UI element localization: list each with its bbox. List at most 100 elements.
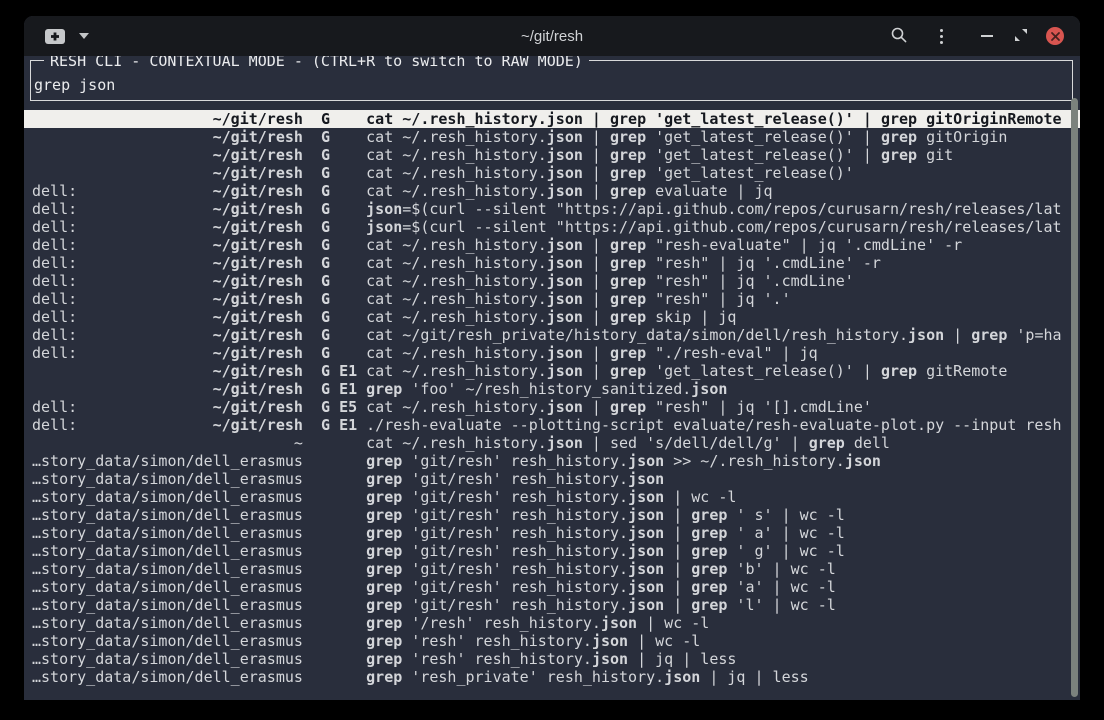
command-segment: grep xyxy=(610,308,646,326)
history-row[interactable]: dell: ~/git/resh G cat ~/.resh_history.j… xyxy=(24,344,1080,362)
minimize-button[interactable] xyxy=(977,16,997,56)
terminal-window: ~/git/resh xyxy=(24,16,1080,700)
history-row[interactable]: ~/git/resh G cat ~/.resh_history.json | … xyxy=(24,146,1080,164)
history-row[interactable]: …story_data/simon/dell_erasmus grep 'git… xyxy=(24,452,1080,470)
history-row[interactable]: …story_data/simon/dell_erasmus grep 'git… xyxy=(24,524,1080,542)
host-cell: dell: xyxy=(32,344,77,362)
command-segment: | xyxy=(583,290,610,308)
command-segment: grep xyxy=(610,254,646,272)
flag-cell: G xyxy=(321,380,330,398)
history-row[interactable]: dell: ~/git/resh G cat ~/.resh_history.j… xyxy=(24,182,1080,200)
history-row[interactable]: …story_data/simon/dell_erasmus grep 'git… xyxy=(24,596,1080,614)
command-segment: json xyxy=(592,650,628,668)
history-row[interactable]: …story_data/simon/dell_erasmus grep 'git… xyxy=(24,470,1080,488)
host-cell: dell: xyxy=(32,290,77,308)
history-row[interactable]: ~/git/resh G E1 grep 'foo' ~/resh_histor… xyxy=(24,380,1080,398)
command-segment: grep xyxy=(691,506,727,524)
history-row-selected[interactable]: ~/git/resh G cat ~/.resh_history.json | … xyxy=(24,110,1080,128)
history-row[interactable]: …story_data/simon/dell_erasmus grep '/re… xyxy=(24,614,1080,632)
history-row[interactable]: dell: ~/git/resh G json=$(curl --silent … xyxy=(24,200,1080,218)
history-row[interactable]: …story_data/simon/dell_erasmus grep 'git… xyxy=(24,488,1080,506)
command-segment: grep xyxy=(366,470,402,488)
command-segment: json xyxy=(845,452,881,470)
command-segment: grep xyxy=(610,236,646,254)
chevron-down-icon xyxy=(79,33,89,39)
restore-button[interactable] xyxy=(1011,16,1031,56)
flag-cell: G xyxy=(321,182,330,200)
command-segment: grep xyxy=(881,110,917,128)
command-segment: 'get_latest_release()' | xyxy=(646,128,881,146)
menu-button[interactable] xyxy=(931,16,951,56)
history-row[interactable]: …story_data/simon/dell_erasmus grep 'res… xyxy=(24,668,1080,686)
history-row[interactable]: dell: ~/git/resh G cat ~/git/resh_privat… xyxy=(24,326,1080,344)
command-segment: grep xyxy=(610,164,646,182)
history-row[interactable]: …story_data/simon/dell_erasmus grep 'git… xyxy=(24,578,1080,596)
history-row[interactable]: dell: ~/git/resh G E1 ./resh-evaluate --… xyxy=(24,416,1080,434)
history-row[interactable]: dell: ~/git/resh G cat ~/.resh_history.j… xyxy=(24,272,1080,290)
new-tab-button[interactable] xyxy=(44,28,89,45)
command-segment: grep xyxy=(366,506,402,524)
command-segment: json xyxy=(628,524,664,542)
history-row[interactable]: ~/git/resh G cat ~/.resh_history.json | … xyxy=(24,128,1080,146)
dir-cell: …story_data/simon/dell_erasmus xyxy=(32,668,303,686)
flag-cell: G xyxy=(321,254,330,272)
new-tab-icon xyxy=(44,28,66,45)
command-segment: grep xyxy=(366,668,402,686)
history-row[interactable]: ~/git/resh G cat ~/.resh_history.json | … xyxy=(24,164,1080,182)
command-segment: 'resh' resh_history. xyxy=(402,650,592,668)
scrollbar[interactable] xyxy=(1071,98,1078,697)
command-segment: 'git/resh' resh_history. xyxy=(402,596,628,614)
dir-cell: ~/git/resh xyxy=(213,398,303,416)
history-row[interactable]: …story_data/simon/dell_erasmus grep 'git… xyxy=(24,542,1080,560)
command-segment: cat ~/.resh_history. xyxy=(366,164,547,182)
history-row[interactable]: dell: ~/git/resh G json=$(curl --silent … xyxy=(24,218,1080,236)
command-segment: json xyxy=(547,236,583,254)
dir-cell: ~/git/resh xyxy=(213,164,303,182)
history-row[interactable]: ~/git/resh G E1 cat ~/.resh_history.json… xyxy=(24,362,1080,380)
flag-cell: G xyxy=(321,236,330,254)
history-row[interactable]: dell: ~/git/resh G cat ~/.resh_history.j… xyxy=(24,308,1080,326)
close-button[interactable] xyxy=(1045,16,1065,56)
command-segment: | xyxy=(664,596,691,614)
command-segment: ' g' | wc -l xyxy=(727,542,844,560)
command-segment: cat ~/.resh_history. xyxy=(366,290,547,308)
history-row[interactable]: …story_data/simon/dell_erasmus grep 'git… xyxy=(24,560,1080,578)
command-segment: 'get_latest_release()' | xyxy=(646,362,881,380)
dir-cell: …story_data/simon/dell_erasmus xyxy=(32,470,303,488)
command-segment: cat ~/.resh_history. xyxy=(366,272,547,290)
history-row[interactable]: dell: ~/git/resh G cat ~/.resh_history.j… xyxy=(24,254,1080,272)
command-segment: 'l' | wc -l xyxy=(727,596,835,614)
command-segment: 'git/resh' resh_history. xyxy=(402,578,628,596)
command-segment: grep xyxy=(610,398,646,416)
command-segment: 'get_latest_release()' | xyxy=(646,110,881,128)
host-cell: dell: xyxy=(32,308,77,326)
command-segment: cat ~/git/resh_private/history_data/simo… xyxy=(366,326,908,344)
search-query-input[interactable]: grep json xyxy=(34,76,115,94)
command-segment: grep xyxy=(691,542,727,560)
history-row[interactable]: ~ cat ~/.resh_history.json | sed 's/dell… xyxy=(24,434,1080,452)
command-segment: json xyxy=(547,272,583,290)
history-row[interactable]: dell: ~/git/resh G E5 cat ~/.resh_histor… xyxy=(24,398,1080,416)
search-button[interactable] xyxy=(889,16,909,56)
command-segment: grep xyxy=(366,650,402,668)
dir-cell: …story_data/simon/dell_erasmus xyxy=(32,452,303,470)
desktop-background: ~/git/resh xyxy=(0,0,1104,720)
command-segment: | xyxy=(583,236,610,254)
command-segment: 'p=ha xyxy=(1007,326,1061,344)
host-cell: dell: xyxy=(32,272,77,290)
history-row[interactable]: …story_data/simon/dell_erasmus grep 'git… xyxy=(24,506,1080,524)
host-cell: dell: xyxy=(32,218,77,236)
command-segment: | xyxy=(583,182,610,200)
command-segment: cat ~/.resh_history. xyxy=(366,344,547,362)
command-segment: grep xyxy=(366,632,402,650)
command-segment: | xyxy=(583,128,610,146)
command-segment: json xyxy=(628,452,664,470)
host-cell: dell: xyxy=(32,254,77,272)
history-row[interactable]: …story_data/simon/dell_erasmus grep 'res… xyxy=(24,632,1080,650)
command-segment: json xyxy=(366,218,402,236)
history-row[interactable]: dell: ~/git/resh G cat ~/.resh_history.j… xyxy=(24,236,1080,254)
command-segment: json xyxy=(547,362,583,380)
history-row[interactable]: dell: ~/git/resh G cat ~/.resh_history.j… xyxy=(24,290,1080,308)
history-row[interactable]: …story_data/simon/dell_erasmus grep 'res… xyxy=(24,650,1080,668)
command-segment: json xyxy=(547,254,583,272)
